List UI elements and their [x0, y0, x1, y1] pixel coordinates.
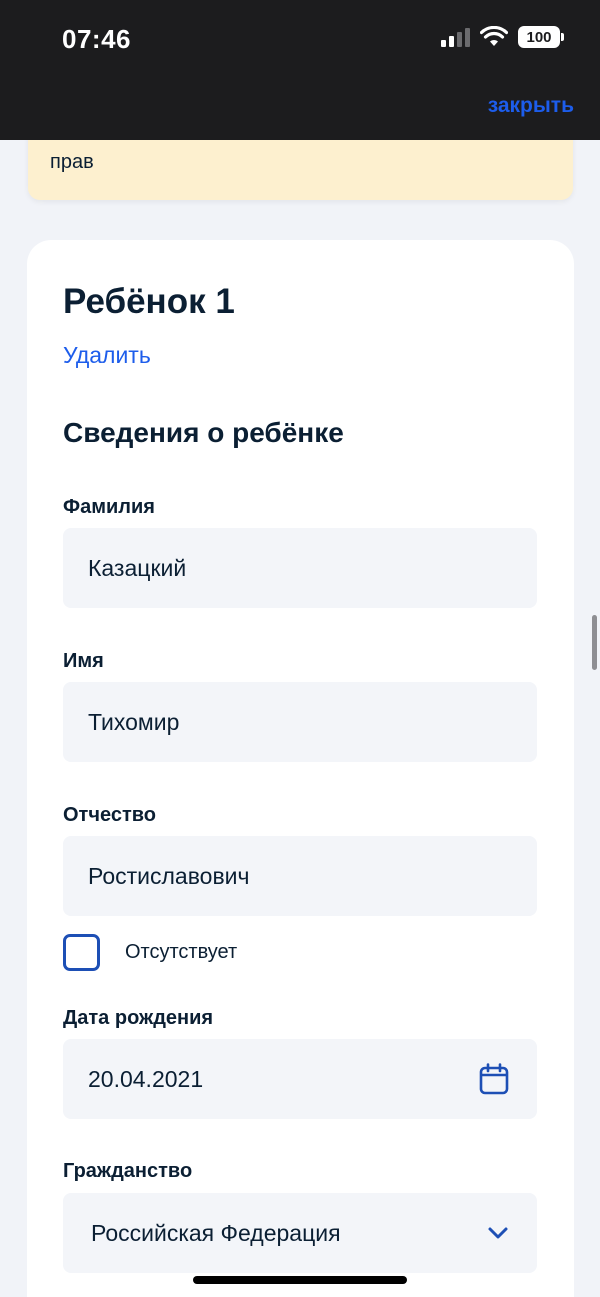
- top-bar: 07:46 100 закрыть: [0, 0, 600, 140]
- status-icons: 100: [441, 26, 564, 48]
- citizenship-label: Гражданство: [63, 1160, 193, 1182]
- child-card: Ребёнок 1 Удалить Сведения о ребёнке Фам…: [27, 240, 574, 1297]
- section-title: Сведения о ребёнке: [63, 417, 344, 448]
- status-time: 07:46: [62, 24, 131, 54]
- home-indicator[interactable]: [193, 1276, 407, 1284]
- patronymic-absent-row[interactable]: Отсутствует: [63, 934, 237, 971]
- delete-child-link[interactable]: Удалить: [63, 342, 151, 369]
- patronymic-absent-label: Отсутствует: [125, 941, 238, 963]
- battery-icon: 100: [518, 26, 564, 48]
- patronymic-absent-checkbox[interactable]: [63, 934, 100, 971]
- patronymic-field[interactable]: Ростиславович: [63, 836, 537, 916]
- patronymic-label: Отчество: [63, 804, 156, 826]
- first-name-field[interactable]: Тихомир: [63, 682, 537, 762]
- citizenship-value: Российская Федерация: [91, 1219, 341, 1246]
- calendar-icon[interactable]: [479, 1063, 509, 1095]
- close-link[interactable]: закрыть: [488, 94, 574, 118]
- chevron-down-icon: [487, 1226, 509, 1240]
- notice-text: прав: [50, 151, 94, 173]
- first-name-value: Тихомир: [88, 708, 180, 735]
- birth-date-value: 20.04.2021: [88, 1065, 204, 1092]
- birth-date-label: Дата рождения: [63, 1007, 214, 1029]
- cellular-signal-icon: [441, 27, 470, 47]
- last-name-label: Фамилия: [63, 496, 155, 518]
- last-name-value: Казацкий: [88, 554, 187, 581]
- patronymic-value: Ростиславович: [88, 862, 250, 889]
- first-name-label: Имя: [63, 650, 104, 672]
- last-name-field[interactable]: Казацкий: [63, 528, 537, 608]
- wifi-icon: [480, 26, 508, 46]
- citizenship-select[interactable]: Российская Федерация: [63, 1193, 537, 1273]
- card-title: Ребёнок 1: [63, 282, 235, 321]
- birth-date-field[interactable]: 20.04.2021: [63, 1039, 537, 1119]
- scroll-indicator[interactable]: [592, 615, 597, 670]
